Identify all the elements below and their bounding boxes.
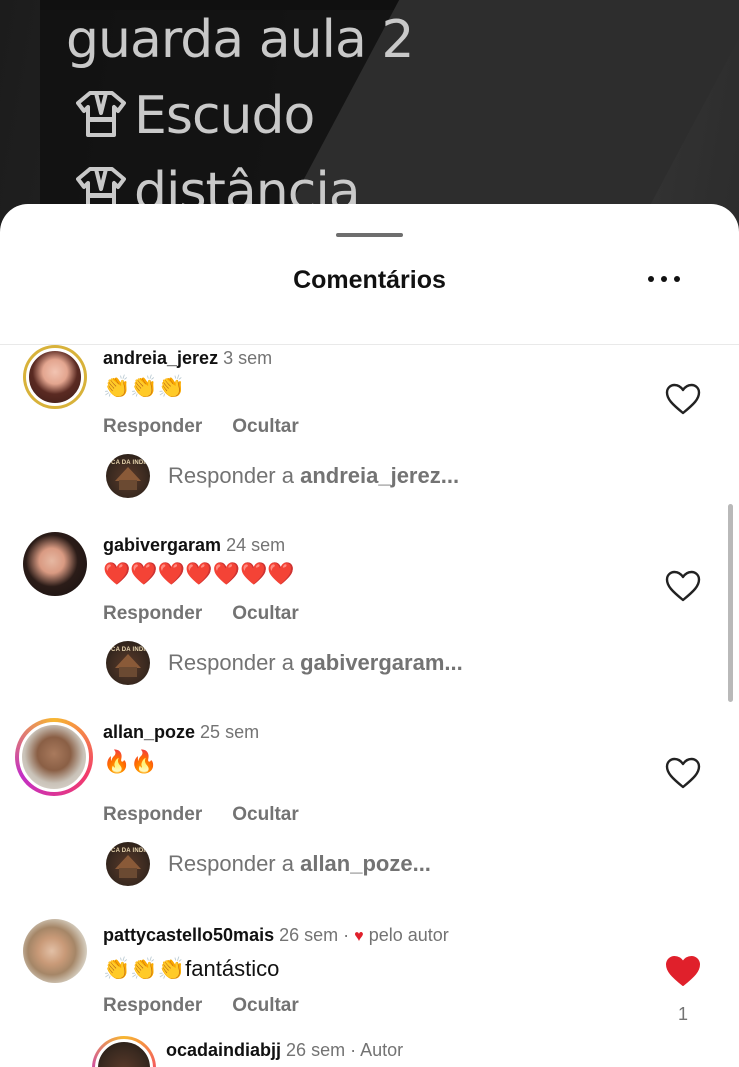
video-overlay-line-2-text: Escudo	[134, 86, 315, 146]
comment-username[interactable]: pattycastello50mais	[103, 925, 274, 945]
heart-icon[interactable]	[664, 569, 702, 603]
comment-text: 🔥🔥	[103, 749, 158, 774]
reply-input-row[interactable]: OCA DA INDIA Responder a allan_poze...	[106, 842, 526, 888]
avatar[interactable]	[23, 532, 87, 596]
video-overlay-line-1: guarda aula 2	[66, 10, 414, 70]
comment-time: 26 sem	[286, 1040, 346, 1060]
liked-by-author-heart-icon: ♥	[354, 928, 364, 945]
more-options-icon[interactable]	[644, 267, 684, 291]
avatar-text: OCA DA INDIA	[106, 460, 150, 466]
comment-meta: gabivergaram 24 sem	[103, 535, 285, 556]
meta-separator: ·	[350, 1040, 357, 1060]
avatar-text: OCA DA INDIA	[106, 848, 150, 854]
reply-input-row[interactable]: OCA DA INDIA Responder a andreia_jerez..…	[106, 454, 526, 500]
avatar: OCA DA INDIA	[106, 641, 150, 685]
avatar[interactable]	[23, 919, 87, 983]
reply-button[interactable]: Responder	[103, 416, 202, 437]
video-overlay-line-2: Escudo	[76, 90, 315, 142]
comment-actions: Responder Ocultar	[103, 995, 299, 1017]
comment-text: ❤️❤️❤️❤️❤️❤️❤️	[103, 561, 295, 586]
comment-time: 26 sem	[279, 925, 339, 945]
comment-username[interactable]: andreia_jerez	[103, 348, 218, 368]
comment-meta: allan_poze 25 sem	[103, 722, 259, 743]
avatar: OCA DA INDIA	[106, 842, 150, 886]
sheet-title: Comentários	[293, 266, 446, 294]
author-tag: Autor	[360, 1040, 404, 1060]
meta-separator: ·	[343, 925, 350, 945]
reply-button[interactable]: Responder	[103, 603, 202, 624]
like-count: 1	[677, 1004, 688, 1024]
sheet-drag-handle[interactable]	[336, 233, 403, 237]
comment-meta: ocadaindiabjj 26 sem · Autor	[166, 1040, 403, 1061]
reply-button[interactable]: Responder	[103, 804, 202, 825]
avatar: OCA DA INDIA	[106, 454, 150, 498]
hide-button[interactable]: Ocultar	[232, 804, 299, 825]
comment-time: 25 sem	[200, 722, 260, 742]
comment-text: 👏👏👏fantástico	[103, 956, 280, 981]
scrollbar[interactable]	[728, 504, 733, 702]
header-divider	[0, 344, 739, 345]
comment-meta: pattycastello50mais 26 sem · ♥ pelo auto…	[103, 925, 449, 946]
comment-actions: Responder Ocultar	[103, 804, 299, 826]
reply-placeholder: Responder a allan_poze...	[168, 851, 431, 877]
comment-username[interactable]: gabivergaram	[103, 535, 221, 555]
reply-placeholder-user: gabivergaram...	[300, 650, 463, 675]
avatar[interactable]	[92, 1036, 156, 1067]
hide-button[interactable]: Ocultar	[232, 995, 299, 1016]
liked-by-author-label: pelo autor	[368, 925, 449, 945]
reply-button[interactable]: Responder	[103, 995, 202, 1016]
hide-button[interactable]: Ocultar	[232, 603, 299, 624]
comment-text: 👏👏👏	[103, 374, 186, 399]
comment-time: 3 sem	[223, 348, 273, 368]
avatar[interactable]	[23, 345, 87, 409]
heart-icon[interactable]	[664, 756, 702, 790]
hide-button[interactable]: Ocultar	[232, 416, 299, 437]
comments-sheet: Comentários andreia_jerez 3 sem 👏👏👏 Resp…	[0, 204, 739, 1067]
reply-placeholder-user: andreia_jerez...	[300, 463, 460, 488]
comment-username[interactable]: allan_poze	[103, 722, 195, 742]
heart-icon[interactable]	[664, 382, 702, 416]
reply-placeholder-prefix: Responder a	[168, 851, 301, 876]
reply-placeholder: Responder a andreia_jerez...	[168, 463, 459, 489]
heart-filled-icon[interactable]	[664, 954, 702, 988]
reply-input-row[interactable]: OCA DA INDIA Responder a gabivergaram...	[106, 641, 526, 687]
kimono-icon	[76, 91, 126, 137]
comment-time: 24 sem	[226, 535, 286, 555]
reply-placeholder: Responder a gabivergaram...	[168, 650, 463, 676]
reply-placeholder-prefix: Responder a	[168, 650, 301, 675]
comment-actions: Responder Ocultar	[103, 603, 299, 625]
comment-actions: Responder Ocultar	[103, 416, 299, 438]
comment-meta: andreia_jerez 3 sem	[103, 348, 272, 369]
comment-username[interactable]: ocadaindiabjj	[166, 1040, 281, 1060]
reply-placeholder-prefix: Responder a	[168, 463, 301, 488]
reply-placeholder-user: allan_poze...	[300, 851, 431, 876]
avatar-text: OCA DA INDIA	[106, 647, 150, 653]
avatar[interactable]	[15, 718, 93, 796]
